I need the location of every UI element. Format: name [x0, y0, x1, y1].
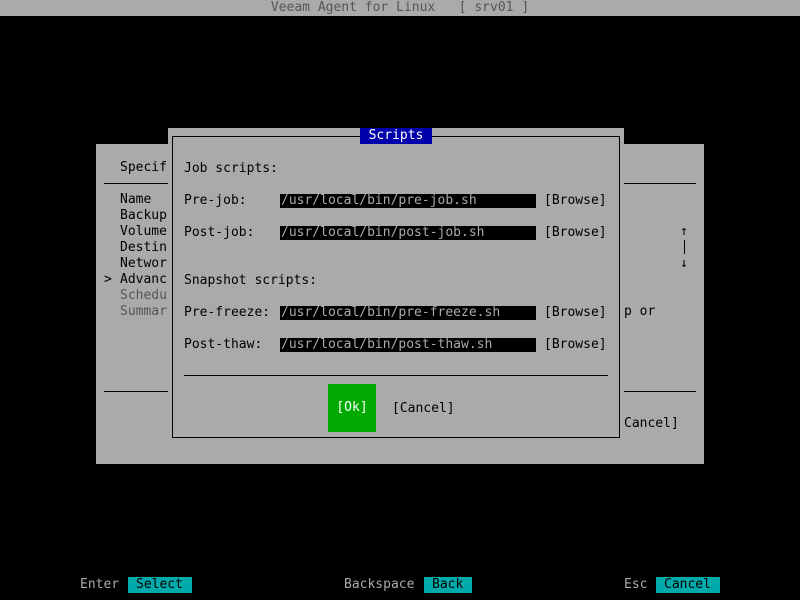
- pre-job-label: Pre-job:: [184, 193, 247, 208]
- wizard-step-destination[interactable]: Destin: [120, 240, 167, 256]
- wizard-step-summary: Summar: [120, 304, 167, 319]
- pre-freeze-browse-button[interactable]: [Browse]: [544, 305, 607, 321]
- enter-key-label: Enter: [80, 577, 120, 592]
- dialog-title: Scripts: [360, 128, 432, 144]
- post-job-label: Post-job:: [184, 225, 255, 240]
- scroll-down-icon[interactable]: ↓: [680, 256, 688, 272]
- pre-freeze-field[interactable]: /usr/local/bin/pre-freeze.sh: [280, 306, 536, 320]
- cancel-action-button[interactable]: Cancel: [656, 577, 720, 593]
- terminal-screen: Veeam Agent for Linux [ srv01 ] Specif N…: [0, 0, 800, 600]
- wizard-step-marker: [104, 288, 112, 304]
- pre-freeze-label: Pre-freeze:: [184, 305, 271, 320]
- wizard-step-backup[interactable]: Backup: [120, 208, 167, 224]
- select-action-button[interactable]: Select: [128, 577, 192, 593]
- backspace-key-label: Backspace: [344, 577, 415, 592]
- post-job-browse-button[interactable]: [Browse]: [544, 225, 607, 241]
- wizard-step-network[interactable]: Networ: [120, 256, 167, 272]
- wizard-step-schedule: Schedu: [120, 288, 167, 303]
- dialog-divider: [184, 375, 608, 376]
- cancel-button[interactable]: [Cancel]: [392, 401, 455, 417]
- wizard-heading: Specif: [120, 160, 167, 175]
- job-scripts-heading: Job scripts:: [184, 161, 278, 176]
- wizard-step-name[interactable]: Name: [120, 192, 151, 208]
- wizard-bottom-divider-right: [624, 391, 696, 392]
- wizard-top-divider-right: [624, 183, 696, 184]
- wizard-step-marker: [104, 208, 112, 224]
- wizard-step-volume[interactable]: Volume: [120, 224, 167, 240]
- wizard-step-current-marker: >: [104, 272, 112, 287]
- wizard-step-marker: [104, 304, 112, 320]
- pre-job-browse-button[interactable]: [Browse]: [544, 193, 607, 209]
- ok-button[interactable]: [Ok]: [328, 384, 376, 432]
- esc-key-label: Esc: [624, 577, 648, 592]
- wizard-step-advanced[interactable]: Advanc: [120, 272, 167, 288]
- window-title: Veeam Agent for Linux [ srv01 ]: [270, 0, 530, 15]
- wizard-step-marker: [104, 240, 112, 256]
- post-job-field[interactable]: /usr/local/bin/post-job.sh: [280, 226, 536, 240]
- scroll-up-icon[interactable]: ↑: [680, 224, 688, 240]
- pre-job-field[interactable]: /usr/local/bin/pre-job.sh: [280, 194, 536, 208]
- wizard-cancel-button[interactable]: Cancel]: [624, 416, 679, 432]
- scrollbar-track[interactable]: [684, 240, 685, 254]
- post-thaw-label: Post-thaw:: [184, 337, 263, 352]
- post-thaw-field[interactable]: /usr/local/bin/post-thaw.sh: [280, 338, 536, 352]
- wizard-bottom-divider-left: [104, 391, 168, 392]
- wizard-step-marker: [104, 256, 112, 272]
- title-bar: Veeam Agent for Linux [ srv01 ]: [0, 0, 800, 16]
- wizard-step-marker: [104, 224, 112, 240]
- post-thaw-browse-button[interactable]: [Browse]: [544, 337, 607, 353]
- snapshot-scripts-heading: Snapshot scripts:: [184, 273, 318, 288]
- wizard-top-divider-left: [104, 183, 168, 184]
- wizard-step-marker: [104, 192, 112, 208]
- wizard-description-partial: p or: [624, 304, 656, 319]
- back-action-button[interactable]: Back: [424, 577, 472, 593]
